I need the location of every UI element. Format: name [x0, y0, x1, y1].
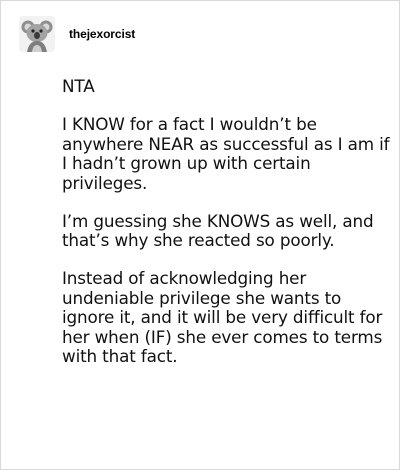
post-paragraph: I’m guessing she KNOWS as well, and that…: [62, 210, 374, 250]
post-paragraph: Instead of acknowledging her undeniable …: [62, 268, 383, 366]
post-paragraph: NTA: [62, 76, 95, 96]
post-header: thejexorcist: [19, 16, 135, 52]
username-link[interactable]: thejexorcist: [69, 27, 135, 41]
post-paragraph: I KNOW for a fact I wouldn’t be anywhere…: [62, 114, 390, 193]
post-card: thejexorcist NTA I KNOW for a fact I wou…: [0, 0, 400, 470]
post-body: NTA I KNOW for a fact I wouldn’t be anyw…: [62, 76, 392, 367]
koala-avatar-icon[interactable]: [19, 16, 55, 52]
